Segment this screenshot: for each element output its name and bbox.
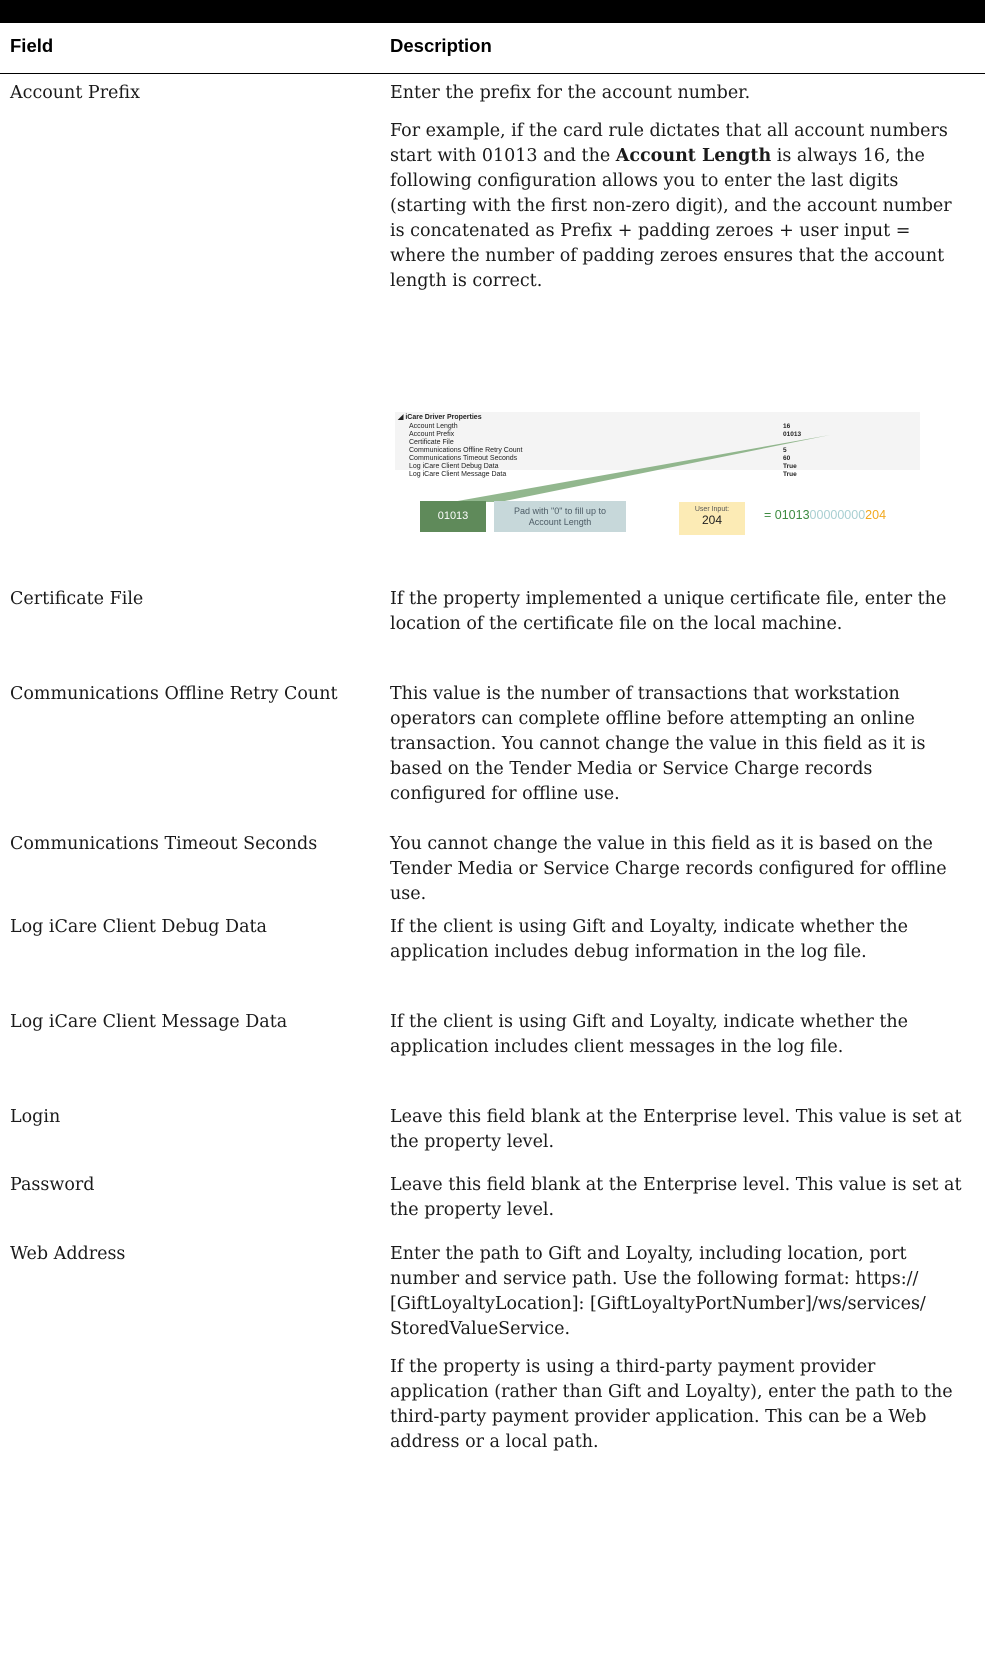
description-paragraph: If the property implemented a unique cer… (390, 589, 947, 634)
result-zeros: 00000000 (809, 508, 866, 522)
pad-text: Pad with "0" to fill up to Account Lengt… (514, 505, 606, 527)
result-prefix: = 01013 (764, 508, 810, 522)
pad-box: Pad with "0" to fill up to Account Lengt… (494, 501, 626, 532)
result-input: 204 (865, 508, 887, 522)
user-input-value: 204 (701, 513, 723, 527)
description-paragraph: You cannot change the value in this fiel… (390, 834, 947, 904)
description-text: is always 16, the following configuratio… (390, 146, 952, 291)
field-name: Communications Offline Retry Count (10, 684, 338, 704)
field-description: This value is the number of transactions… (390, 682, 970, 820)
field-name: Certificate File (10, 589, 144, 609)
description-paragraph: Leave this field blank at the Enterprise… (390, 1175, 962, 1220)
description-paragraph: If the property is using a third-party p… (390, 1357, 953, 1452)
field-description: Enter the path to Gift and Loyalty, incl… (390, 1242, 970, 1468)
result-number: = 0101300000000204 (764, 508, 886, 522)
user-input-label: User Input: (694, 506, 730, 513)
field-description: Enter the prefix for the account number.… (390, 81, 970, 307)
user-input-box: User Input: 204 (679, 502, 745, 535)
header-field: Field (10, 35, 54, 56)
description-paragraph: Enter the path to Gift and Loyalty, incl… (390, 1244, 926, 1339)
field-description: Leave this field blank at the Enterprise… (390, 1173, 970, 1236)
field-description: If the client is using Gift and Loyalty,… (390, 1010, 970, 1073)
field-name: Account Prefix (10, 83, 140, 103)
field-name: Communications Timeout Seconds (10, 834, 318, 854)
table-header: Field Description (0, 23, 985, 74)
field-description: You cannot change the value in this fiel… (390, 832, 970, 920)
description-paragraph: If the client is using Gift and Loyalty,… (390, 917, 909, 962)
prefix-box: 01013 (420, 501, 486, 532)
account-length-term: Account Length (615, 146, 772, 166)
field-name: Log iCare Client Message Data (10, 1012, 288, 1032)
field-name: Web Address (10, 1244, 126, 1264)
field-description: Leave this field blank at the Enterprise… (390, 1105, 970, 1168)
description-paragraph: For example, if the card rule dictates t… (390, 119, 970, 294)
field-description: If the property implemented a unique cer… (390, 587, 970, 650)
field-name: Log iCare Client Debug Data (10, 917, 267, 937)
description-paragraph: Enter the prefix for the account number. (390, 83, 751, 103)
field-name: Login (10, 1107, 61, 1127)
header-description: Description (390, 35, 492, 56)
field-name: Password (10, 1175, 95, 1195)
account-prefix-figure: ◢ iCare Driver Properties Account Length… (390, 412, 920, 535)
description-paragraph: If the client is using Gift and Loyalty,… (390, 1012, 909, 1057)
field-description: If the client is using Gift and Loyalty,… (390, 915, 970, 978)
top-rule (0, 0, 985, 23)
description-paragraph: Leave this field blank at the Enterprise… (390, 1107, 962, 1152)
description-paragraph: This value is the number of transactions… (390, 684, 926, 804)
